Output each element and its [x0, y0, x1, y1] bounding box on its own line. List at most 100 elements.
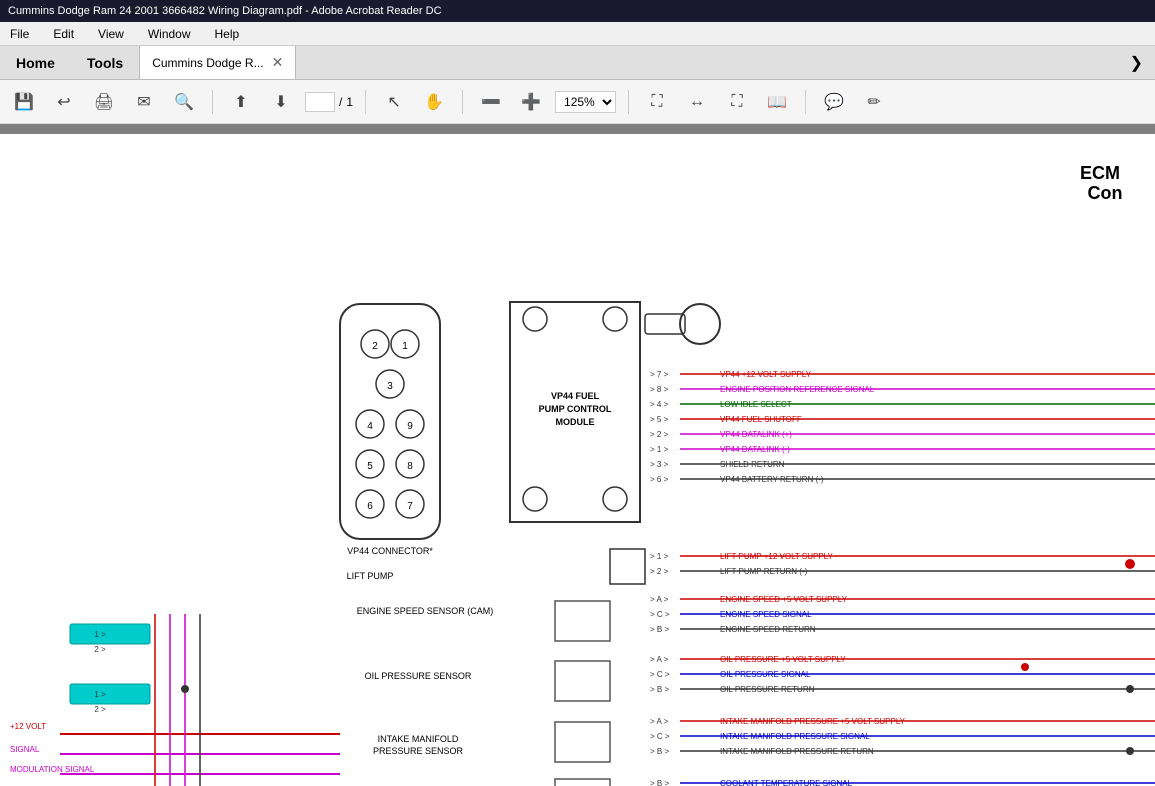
left-12v-label: +12 VOLT: [10, 722, 46, 731]
oil-pin-a: > A >: [650, 655, 669, 664]
oil-pressure-label: OIL PRESSURE SENSOR: [365, 671, 472, 681]
page-nav: 1 / 1: [305, 92, 353, 112]
imp-connector: [555, 722, 610, 762]
cool-pin-b: > B >: [650, 779, 669, 786]
menu-bar: File Edit View Window Help: [0, 22, 1155, 46]
module-label-1: VP44 FUEL: [551, 391, 600, 401]
zoom-select[interactable]: 125% 100% 150% 75%: [555, 91, 616, 113]
left-dot: [181, 685, 189, 693]
pin-3-label-right: > 3 >: [650, 460, 669, 469]
left-mod-label: MODULATION SIGNAL: [10, 765, 95, 774]
sep-2: [365, 90, 366, 114]
sep-4: [628, 90, 629, 114]
title-bar: Cummins Dodge Ram 24 2001 3666482 Wiring…: [0, 0, 1155, 22]
wiring-diagram: ECM Con 2 1 3 4 9 5 8 6 7 VP44 CONNECTOR…: [0, 134, 1155, 786]
lift-pump-label: LIFT PUMP: [347, 571, 394, 581]
prev-page-button[interactable]: ⬆: [225, 86, 257, 118]
pin-5-label-right: > 5 >: [650, 415, 669, 424]
lift-pin-1: > 1 >: [650, 552, 669, 561]
ecm-subtitle: Con: [1088, 183, 1123, 203]
esp-pin-c: > C >: [650, 610, 670, 619]
find-button[interactable]: 🔍: [168, 86, 200, 118]
zoom-out-button[interactable]: ➖: [475, 86, 507, 118]
cursor-tool[interactable]: ↖: [378, 86, 410, 118]
oil-pin-b: > B >: [650, 685, 669, 694]
tab-document[interactable]: Cummins Dodge R... ✕: [139, 46, 296, 79]
tab-more-button[interactable]: ❯: [1118, 46, 1155, 79]
tab-tools[interactable]: Tools: [71, 46, 139, 79]
menu-view[interactable]: View: [92, 25, 130, 43]
toolbar: 💾 ↩ 🖨 ✉ 🔍 ⬆ ⬇ 1 / 1 ↖ ✋ ➖ ➕ 125% 100% 15…: [0, 80, 1155, 124]
menu-edit[interactable]: Edit: [47, 25, 80, 43]
page-total: 1: [346, 95, 353, 109]
tab-bar: Home Tools Cummins Dodge R... ✕ ❯: [0, 46, 1155, 80]
imp-pin-c: > C >: [650, 732, 670, 741]
save-button[interactable]: 💾: [8, 86, 40, 118]
module-circle-1: [523, 307, 547, 331]
tab-home[interactable]: Home: [0, 46, 71, 79]
read-mode-button[interactable]: 📖: [761, 86, 793, 118]
pin-7-label: 7: [407, 501, 413, 512]
left-pin-2: 2 >: [94, 645, 106, 654]
ecm-title: ECM: [1080, 163, 1120, 183]
markup-button[interactable]: ✏: [858, 86, 890, 118]
fit-page-button[interactable]: ⛶: [641, 86, 673, 118]
zoom-in-button[interactable]: ➕: [515, 86, 547, 118]
pin-5-label: 5: [367, 461, 373, 472]
page-sep: /: [339, 95, 342, 109]
title-text: Cummins Dodge Ram 24 2001 3666482 Wiring…: [8, 5, 442, 17]
menu-help[interactable]: Help: [209, 25, 246, 43]
full-screen-button[interactable]: ⛶: [721, 86, 753, 118]
sep-3: [462, 90, 463, 114]
back-button[interactable]: ↩: [48, 86, 80, 118]
pin-4-label-right: > 4 >: [650, 400, 669, 409]
pin-2-label-right: > 2 >: [650, 430, 669, 439]
sep-1: [212, 90, 213, 114]
pin-7-label-right: > 7 >: [650, 370, 669, 379]
lift-pin-2: > 2 >: [650, 567, 669, 576]
next-page-button[interactable]: ⬇: [265, 86, 297, 118]
pin-8-label: 8: [407, 461, 413, 472]
oil-dot: [1021, 663, 1029, 671]
vp44-connector-box: [340, 304, 440, 539]
email-button[interactable]: ✉: [128, 86, 160, 118]
pin-6-label: 6: [367, 501, 373, 512]
menu-file[interactable]: File: [4, 25, 35, 43]
left-box-2: [70, 684, 150, 704]
pin-1-label-right: > 1 >: [650, 445, 669, 454]
left-pin-2b: 2 >: [94, 705, 106, 714]
module-circle-right: [680, 304, 720, 344]
pin-1-label: 1: [402, 341, 408, 352]
lift-dot: [1125, 559, 1135, 569]
oil-pin-c: > C >: [650, 670, 670, 679]
dot-555: [1126, 685, 1134, 693]
pin-9-label: 9: [407, 421, 413, 432]
hand-tool[interactable]: ✋: [418, 86, 450, 118]
page-number-input[interactable]: 1: [305, 92, 335, 112]
pdf-page: ECM Con 2 1 3 4 9 5 8 6 7 VP44 CONNECTOR…: [0, 134, 1155, 786]
print-button[interactable]: 🖨: [88, 86, 120, 118]
dot-617: [1126, 747, 1134, 755]
pin-2-label: 2: [372, 341, 378, 352]
esp-connector: [555, 601, 610, 641]
module-circle-2: [603, 307, 627, 331]
pin-6-label-right: > 6 >: [650, 475, 669, 484]
pin-3-label: 3: [387, 381, 393, 392]
menu-window[interactable]: Window: [142, 25, 197, 43]
main-content: ECM Con 2 1 3 4 9 5 8 6 7 VP44 CONNECTOR…: [0, 124, 1155, 786]
comment-button[interactable]: 💬: [818, 86, 850, 118]
esp-pin-a: > A >: [650, 595, 669, 604]
sep-5: [805, 90, 806, 114]
left-pin-1: 1 >: [94, 630, 106, 639]
imp-pin-b: > B >: [650, 747, 669, 756]
left-pin-1b: 1 >: [94, 690, 106, 699]
pin-4-label: 4: [367, 421, 373, 432]
esp-pin-b: > B >: [650, 625, 669, 634]
tab-close-button[interactable]: ✕: [272, 54, 284, 71]
engine-speed-label: ENGINE SPEED SENSOR (CAM): [357, 606, 494, 616]
module-circle-4: [603, 487, 627, 511]
intake-manifold-label-2: PRESSURE SENSOR: [373, 746, 464, 756]
vp44-connector-label: VP44 CONNECTOR*: [347, 546, 433, 556]
intake-manifold-label-1: INTAKE MANIFOLD: [378, 734, 459, 744]
fit-width-button[interactable]: ↔: [681, 86, 713, 118]
